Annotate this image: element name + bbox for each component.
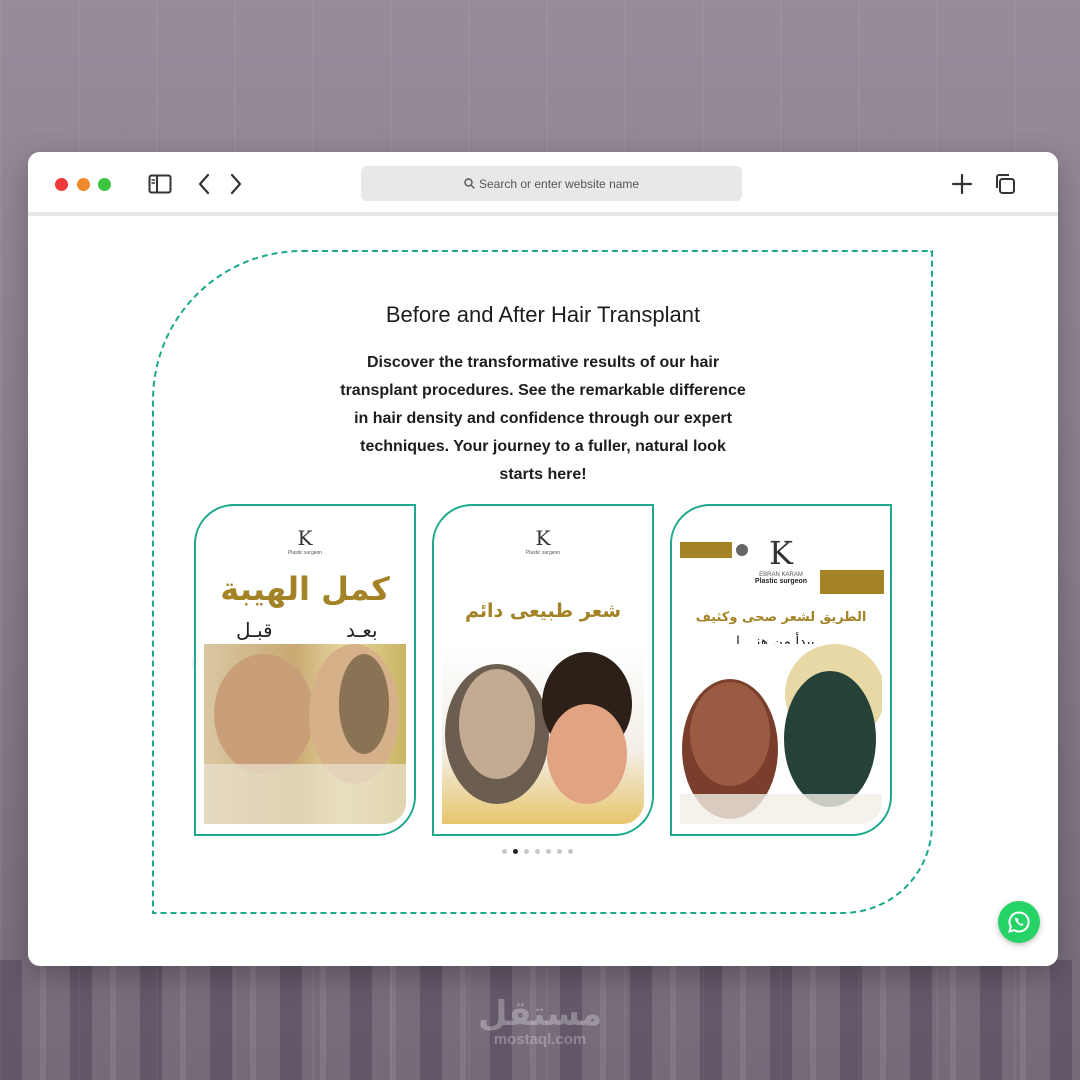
gold-accent-bar	[820, 570, 884, 594]
search-input[interactable]	[479, 176, 639, 191]
watermark-arabic: مستقل	[477, 994, 603, 1034]
before-after-card-1[interactable]: K Plastic surgeon كمل الهيبة بعـد قبـل	[194, 504, 416, 836]
section-title: Before and After Hair Transplant	[385, 302, 701, 327]
watermark: مستقل mostaql.com	[470, 996, 610, 1048]
browser-window: Before and After Hair Transplant Discove…	[28, 152, 1058, 966]
search-icon	[464, 178, 475, 189]
carousel-dot[interactable]	[524, 849, 529, 854]
address-bar[interactable]	[361, 166, 742, 201]
clinic-logo: K EBRAN KARAM Plastic surgeon	[754, 534, 808, 585]
carousel-dot[interactable]	[557, 849, 562, 854]
whatsapp-button[interactable]	[998, 892, 1040, 952]
before-label: قبـل	[236, 618, 273, 642]
clinic-logo: K Plastic surgeon	[525, 526, 561, 556]
section-description: Discover the transformative results of o…	[340, 354, 746, 483]
before-after-card-3[interactable]: K EBRAN KARAM Plastic surgeon الطريق لشع…	[670, 504, 892, 836]
card-headline: الطريق لشعر صحى وكثيف	[695, 610, 867, 625]
gray-dot	[736, 544, 748, 556]
after-label: بعـد	[346, 618, 378, 642]
before-after-card-2[interactable]: K Plastic surgeon شعر طبيعى دائم	[432, 504, 654, 836]
before-after-photo	[442, 644, 644, 824]
clinic-logo: K Plastic surgeon	[287, 526, 323, 556]
minimize-window-button[interactable]	[77, 178, 90, 191]
sidebar-icon[interactable]	[146, 170, 174, 198]
before-after-photo	[680, 644, 882, 824]
carousel-dots	[502, 849, 573, 854]
carousel-dot[interactable]	[513, 849, 518, 854]
watermark-latin: mostaql.com	[493, 1031, 587, 1048]
whatsapp-icon	[998, 901, 1040, 943]
close-window-button[interactable]	[55, 178, 68, 191]
card-headline: كمل الهيبة	[220, 570, 390, 608]
carousel-dot[interactable]	[535, 849, 540, 854]
back-chevron-icon[interactable]	[190, 170, 218, 198]
forward-chevron-icon[interactable]	[222, 170, 250, 198]
tabs-icon[interactable]	[991, 170, 1019, 198]
gold-accent-bar	[680, 542, 732, 558]
maximize-window-button[interactable]	[98, 178, 111, 191]
carousel-dot[interactable]	[568, 849, 573, 854]
before-after-photo	[204, 644, 406, 824]
browser-toolbar	[28, 152, 1058, 216]
card-headline: شعر طبيعى دائم	[464, 600, 622, 622]
plus-icon[interactable]	[948, 170, 976, 198]
carousel-dot[interactable]	[502, 849, 507, 854]
carousel-dot[interactable]	[546, 849, 551, 854]
